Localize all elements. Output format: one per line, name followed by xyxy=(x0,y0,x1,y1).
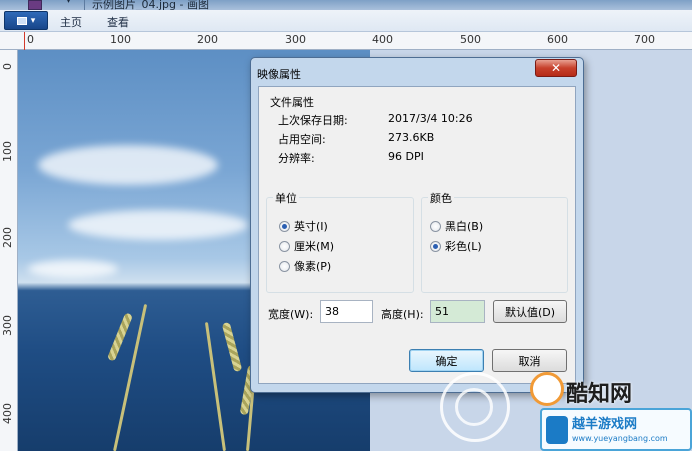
radio-button-icon xyxy=(430,220,441,232)
ok-button[interactable]: 确定 xyxy=(409,349,484,372)
unit-centimeters-label: 厘米(M) xyxy=(294,240,335,253)
unit-inches-label: 英寸(I) xyxy=(294,220,328,233)
unit-pixels-radio[interactable]: 像素(P) xyxy=(279,258,331,274)
last-saved-value: 2017/3/4 10:26 xyxy=(388,112,473,125)
file-properties-title: 文件属性 xyxy=(268,94,316,110)
ribbon-tab-row: ▾ 主页 查看 xyxy=(0,10,692,32)
watermark-badge: 越羊游戏网 www.yueyangbang.com xyxy=(540,408,692,451)
units-group-title: 单位 xyxy=(273,190,299,206)
height-input[interactable] xyxy=(430,300,485,323)
close-icon: ✕ xyxy=(550,61,562,75)
radio-button-icon xyxy=(430,240,441,252)
ruler-label: 100 xyxy=(1,141,14,162)
units-group: 单位 英寸(I) 厘米(M) 像素(P) xyxy=(266,190,414,293)
unit-inches-radio[interactable]: 英寸(I) xyxy=(279,218,328,234)
watermark-logo-icon xyxy=(530,372,564,406)
dialog-title: 映像属性 xyxy=(257,68,301,81)
width-input[interactable] xyxy=(320,300,373,323)
ruler-label: 600 xyxy=(547,33,568,46)
ruler-label: 200 xyxy=(1,227,14,248)
cloud xyxy=(28,260,118,278)
window-titlebar: ▾ 示例图片_04.jpg - 画图 xyxy=(0,0,692,10)
tab-view[interactable]: 查看 xyxy=(107,14,129,30)
titlebar-separator xyxy=(84,0,85,10)
watermark-badge-title: 越羊游戏网 xyxy=(572,417,638,432)
watermark-brand: 酷知网 xyxy=(566,382,633,407)
grass-stem xyxy=(204,322,226,451)
height-label: 高度(H): xyxy=(381,308,424,321)
ruler-label: 300 xyxy=(1,315,14,336)
color-black-white-label: 黑白(B) xyxy=(445,220,484,233)
default-values-button[interactable]: 默认值(D) xyxy=(493,300,567,323)
grass-head xyxy=(106,312,134,362)
vertical-ruler: 0 100 200 300 400 xyxy=(0,50,18,451)
cloud xyxy=(68,210,248,240)
ruler-position-marker xyxy=(24,32,25,50)
dialog-body: 文件属性 上次保存日期: 2017/3/4 10:26 占用空间: 273.6K… xyxy=(258,86,576,384)
color-black-white-radio[interactable]: 黑白(B) xyxy=(430,218,483,234)
quick-access-dropdown-icon[interactable]: ▾ xyxy=(66,0,71,6)
grass-head xyxy=(221,321,243,373)
chevron-down-icon: ▾ xyxy=(30,15,36,26)
file-properties-group: 文件属性 上次保存日期: 2017/3/4 10:26 占用空间: 273.6K… xyxy=(267,94,567,173)
cloud xyxy=(38,145,218,185)
image-properties-dialog: 映像属性 ✕ 文件属性 上次保存日期: 2017/3/4 10:26 占用空间:… xyxy=(250,57,584,393)
size-on-disk-label: 占用空间: xyxy=(278,133,326,146)
ruler-label: 400 xyxy=(372,33,393,46)
save-icon[interactable] xyxy=(28,0,42,10)
gamepad-icon xyxy=(546,416,568,444)
resolution-label: 分辨率: xyxy=(278,152,315,165)
unit-pixels-label: 像素(P) xyxy=(294,260,332,273)
grass-stem xyxy=(113,303,148,451)
colors-group: 颜色 黑白(B) 彩色(L) xyxy=(421,190,568,293)
width-label: 宽度(W): xyxy=(268,308,314,321)
ruler-label: 0 xyxy=(1,63,14,70)
paint-menu-button[interactable]: ▾ xyxy=(4,11,48,30)
colors-group-title: 颜色 xyxy=(428,190,454,206)
size-on-disk-value: 273.6KB xyxy=(388,131,435,144)
radio-button-icon xyxy=(279,260,290,272)
horizontal-ruler: 0 100 200 300 400 500 600 700 xyxy=(0,32,692,50)
unit-centimeters-radio[interactable]: 厘米(M) xyxy=(279,238,334,254)
radio-button-icon xyxy=(279,240,290,252)
watermark-ring-icon xyxy=(455,388,493,426)
paint-menu-icon xyxy=(16,16,27,25)
watermark-badge-url: www.yueyangbang.com xyxy=(572,434,668,443)
last-saved-label: 上次保存日期: xyxy=(278,114,348,127)
close-button[interactable]: ✕ xyxy=(535,59,577,77)
tab-home[interactable]: 主页 xyxy=(60,14,82,30)
color-color-radio[interactable]: 彩色(L) xyxy=(430,238,482,254)
ruler-label: 500 xyxy=(460,33,481,46)
ruler-label: 100 xyxy=(110,33,131,46)
ruler-label: 300 xyxy=(285,33,306,46)
radio-button-icon xyxy=(279,220,290,232)
ruler-label: 700 xyxy=(634,33,655,46)
window-title: 示例图片_04.jpg - 画图 xyxy=(92,0,209,10)
resolution-value: 96 DPI xyxy=(388,150,424,163)
ruler-label: 400 xyxy=(1,403,14,424)
ruler-label: 0 xyxy=(27,33,34,46)
cancel-button[interactable]: 取消 xyxy=(492,349,567,372)
ruler-label: 200 xyxy=(197,33,218,46)
color-color-label: 彩色(L) xyxy=(445,240,482,253)
